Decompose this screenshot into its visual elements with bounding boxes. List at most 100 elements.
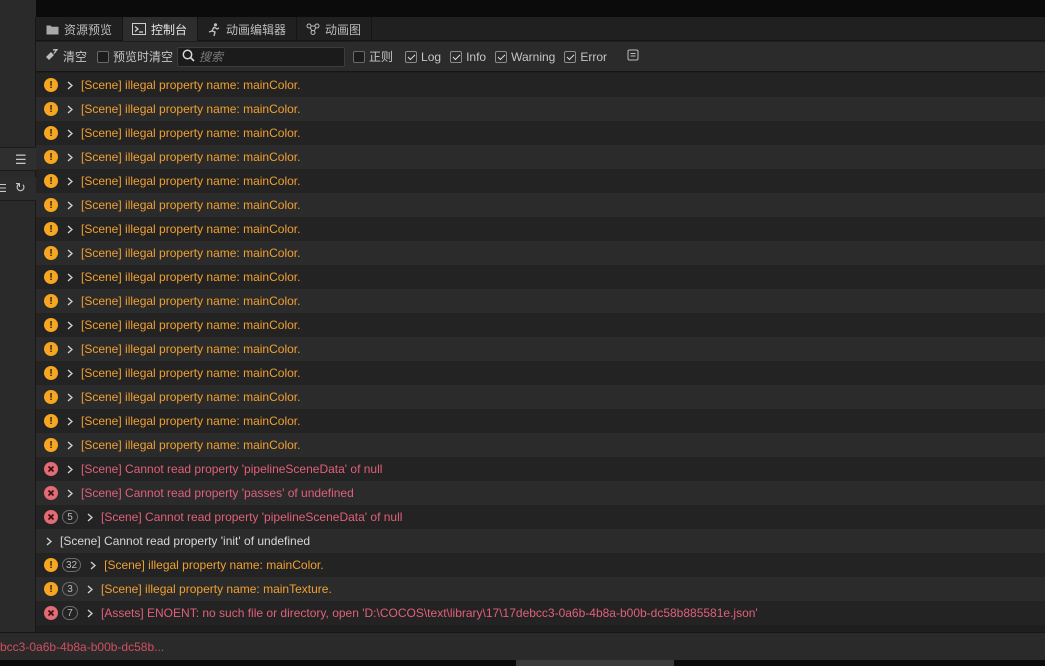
log-row[interactable]: ! [Scene] illegal property name: mainColo… — [36, 193, 1045, 217]
chevron-right-icon[interactable] — [65, 392, 75, 402]
clear-on-preview-checkbox[interactable] — [97, 50, 110, 63]
chevron-right-icon[interactable] — [65, 152, 75, 162]
chevron-right-icon[interactable] — [65, 176, 75, 186]
regex-toggle[interactable]: 正则 — [353, 48, 393, 65]
left-panel-subheader: ☰ ↻ — [0, 177, 36, 201]
chevron-right-icon[interactable] — [44, 536, 54, 546]
log-message: [Scene] illegal property name: mainColor… — [81, 246, 301, 260]
log-filter-label: Log — [421, 49, 442, 64]
log-row[interactable]: ! [Scene] illegal property name: mainColo… — [36, 289, 1045, 313]
warning-filter-checkbox[interactable] — [495, 50, 508, 63]
log-message: [Scene] illegal property name: mainColor… — [81, 150, 301, 164]
log-row[interactable]: [Scene] Cannot read property 'passes' of… — [36, 481, 1045, 505]
error-filter-checkbox[interactable] — [564, 50, 577, 63]
log-message: [Scene] Cannot read property 'pipelineSc… — [81, 462, 383, 476]
document-icon — [627, 49, 639, 64]
log-message: [Scene] illegal property name: mainColor… — [81, 366, 301, 380]
open-log-file-button[interactable] — [627, 49, 639, 64]
chevron-right-icon[interactable] — [65, 128, 75, 138]
left-panel-header: ☰ — [0, 147, 36, 171]
console-log-list[interactable]: ! [Scene] illegal property name: mainColo… — [36, 73, 1045, 625]
warning-filter-toggle[interactable]: Warning — [495, 50, 555, 64]
log-row[interactable]: ! [Scene] illegal property name: mainColo… — [36, 73, 1045, 97]
log-row[interactable]: 7 [Assets] ENOENT: no such file or direct… — [36, 601, 1045, 625]
chevron-right-icon[interactable] — [65, 344, 75, 354]
chevron-right-icon[interactable] — [85, 608, 95, 618]
clear-button[interactable]: 清空 — [45, 48, 87, 65]
chevron-right-icon[interactable] — [65, 320, 75, 330]
log-row[interactable]: ! [Scene] illegal property name: mainColo… — [36, 337, 1045, 361]
warning-icon: ! — [44, 390, 58, 404]
chevron-right-icon[interactable] — [85, 512, 95, 522]
menu-icon[interactable]: ☰ — [15, 153, 27, 167]
warning-icon: ! — [44, 174, 58, 188]
chevron-right-icon[interactable] — [65, 200, 75, 210]
chevron-right-icon[interactable] — [65, 488, 75, 498]
tab-label: 动画编辑器 — [226, 22, 287, 37]
window-top-strip — [0, 0, 1045, 17]
chevron-right-icon[interactable] — [65, 416, 75, 426]
clear-on-preview-toggle[interactable]: 预览时清空 — [97, 48, 173, 65]
error-icon — [44, 510, 58, 524]
log-message: [Scene] illegal property name: mainColor… — [81, 342, 301, 356]
log-row[interactable]: ! 3 [Scene] illegal property name: mainTex… — [36, 577, 1045, 601]
chevron-right-icon[interactable] — [65, 440, 75, 450]
chevron-right-icon[interactable] — [65, 368, 75, 378]
warning-icon: ! — [44, 246, 58, 260]
log-message: [Scene] illegal property name: mainColor… — [81, 78, 301, 92]
chevron-right-icon[interactable] — [65, 224, 75, 234]
tab-animation-editor[interactable]: 动画编辑器 — [198, 17, 298, 41]
chevron-right-icon[interactable] — [65, 104, 75, 114]
info-filter-checkbox[interactable] — [450, 50, 463, 63]
log-row[interactable]: ! [Scene] illegal property name: mainColo… — [36, 217, 1045, 241]
log-row[interactable]: ! [Scene] illegal property name: mainColo… — [36, 169, 1045, 193]
folder-icon — [45, 23, 59, 35]
log-row[interactable]: ! [Scene] illegal property name: mainColo… — [36, 385, 1045, 409]
chevron-right-icon[interactable] — [85, 584, 95, 594]
chevron-right-icon[interactable] — [65, 272, 75, 282]
log-message: [Scene] illegal property name: mainColor… — [81, 294, 301, 308]
tab-label: 动画图 — [325, 22, 362, 37]
log-row[interactable]: ! [Scene] illegal property name: mainColo… — [36, 97, 1045, 121]
log-row[interactable]: 5 [Scene] Cannot read property 'pipelineS… — [36, 505, 1045, 529]
log-row[interactable]: [Scene] Cannot read property 'init' of u… — [36, 529, 1045, 553]
log-row[interactable]: ! [Scene] illegal property name: mainColo… — [36, 121, 1045, 145]
error-icon — [44, 486, 58, 500]
chevron-right-icon[interactable] — [65, 80, 75, 90]
search-box[interactable] — [177, 46, 346, 67]
log-row[interactable]: ! [Scene] illegal property name: mainColo… — [36, 313, 1045, 337]
warning-icon: ! — [44, 366, 58, 380]
refresh-icon[interactable]: ↻ — [15, 181, 26, 195]
error-filter-toggle[interactable]: Error — [564, 50, 607, 64]
chevron-right-icon[interactable] — [65, 296, 75, 306]
search-input[interactable] — [199, 49, 340, 64]
chevron-right-icon[interactable] — [65, 464, 75, 474]
regex-checkbox[interactable] — [353, 50, 366, 63]
tab-assets-preview[interactable]: 资源预览 — [36, 17, 124, 41]
log-row[interactable]: ! 32 [Scene] illegal property name: mainCo… — [36, 553, 1045, 577]
chevron-right-icon[interactable] — [88, 560, 98, 570]
repeat-count-badge: 5 — [62, 510, 78, 524]
chevron-right-icon[interactable] — [65, 248, 75, 258]
log-row[interactable]: ! [Scene] illegal property name: mainColo… — [36, 145, 1045, 169]
log-row[interactable]: ! [Scene] illegal property name: mainColo… — [36, 241, 1045, 265]
tab-console[interactable]: 控制台 — [123, 17, 199, 41]
clear-on-preview-label: 预览时清空 — [113, 50, 174, 64]
info-filter-label: Info — [466, 49, 487, 64]
log-row[interactable]: [Scene] Cannot read property 'pipelineSc… — [36, 457, 1045, 481]
warning-icon: ! — [44, 342, 58, 356]
log-row[interactable]: ! [Scene] illegal property name: mainColo… — [36, 409, 1045, 433]
log-row[interactable]: ! [Scene] illegal property name: mainColo… — [36, 361, 1045, 385]
tab-label: 控制台 — [151, 22, 188, 37]
horizontal-scrollbar-thumb[interactable] — [516, 660, 674, 666]
log-filter-checkbox[interactable] — [405, 50, 418, 63]
status-message[interactable]: bcc3-0a6b-4b8a-b00b-dc58b... — [0, 640, 164, 654]
log-row[interactable]: ! [Scene] illegal property name: mainColo… — [36, 265, 1045, 289]
tab-animation-graph[interactable]: 动画图 — [297, 17, 373, 41]
log-row[interactable]: ! [Scene] illegal property name: mainColo… — [36, 433, 1045, 457]
list-icon[interactable]: ☰ — [0, 182, 7, 196]
log-filter-toggle[interactable]: Log — [405, 50, 441, 64]
run-icon — [207, 22, 221, 36]
info-filter-toggle[interactable]: Info — [450, 50, 486, 64]
warning-icon: ! — [44, 558, 58, 572]
